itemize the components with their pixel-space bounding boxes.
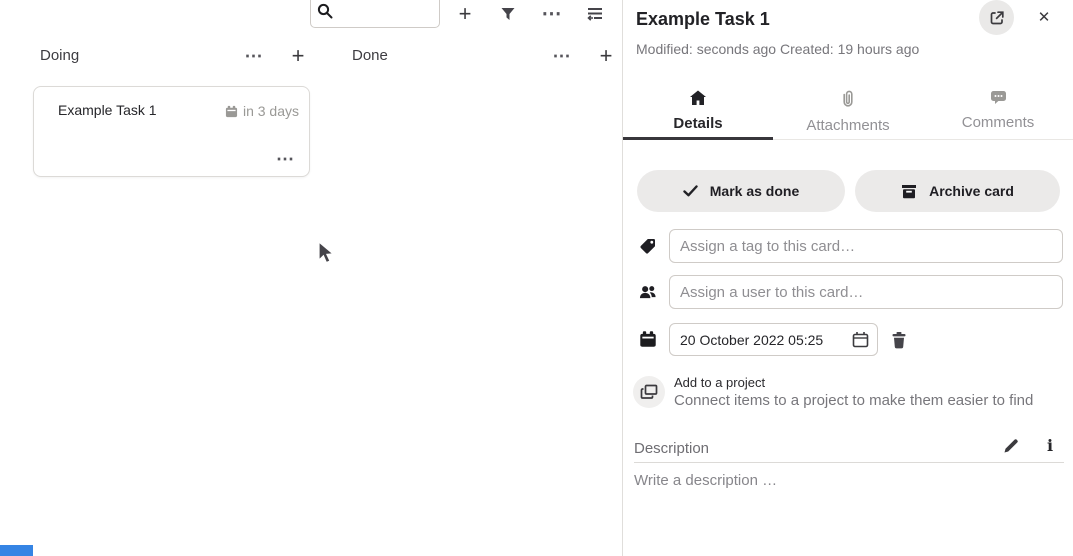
list-arrow-icon [586, 6, 604, 22]
add-card-button[interactable]: + [451, 0, 479, 28]
info-icon: i [1047, 436, 1053, 455]
pencil-icon [1003, 438, 1019, 454]
tab-attachments[interactable]: Attachments [773, 84, 923, 140]
trash-icon [891, 331, 907, 349]
remove-due-date-button[interactable] [887, 328, 911, 352]
comment-icon [990, 90, 1007, 105]
open-datepicker-button[interactable] [852, 331, 869, 348]
column-doing-add-button[interactable]: + [284, 42, 312, 70]
edit-description-button[interactable] [1000, 435, 1022, 457]
users-icon [639, 283, 657, 301]
tab-details[interactable]: Details [623, 84, 773, 140]
tag-icon [639, 237, 657, 255]
card-details-panel: Example Task 1 Modified: seconds ago Cre… [623, 0, 1073, 556]
card-due-badge: in 3 days [225, 103, 299, 119]
panel-title: Example Task 1 [636, 9, 770, 30]
panel-meta: Modified: seconds ago Created: 19 hours … [636, 41, 919, 57]
ellipsis-icon: ⋯ [542, 4, 563, 24]
project-title: Add to a project [674, 375, 765, 390]
check-icon [683, 185, 698, 197]
project-subtitle: Connect items to a project to make them … [674, 392, 1033, 409]
filter-button[interactable] [494, 0, 522, 28]
plus-icon: + [600, 45, 613, 67]
column-doing-menu-button[interactable]: ⋯ [240, 42, 268, 70]
ellipsis-icon: ⋯ [553, 47, 572, 65]
toggle-panel-button[interactable] [581, 0, 609, 28]
kanban-board: + ⋯ Doing ⋯ + Done ⋯ + Example Task 1 [0, 0, 622, 556]
calendar-icon [639, 330, 657, 348]
description-placeholder[interactable]: Write a description … [634, 472, 777, 489]
description-label: Description [634, 440, 709, 457]
column-title-done: Done [352, 47, 388, 64]
corner-accent [0, 545, 33, 556]
plus-icon: + [292, 45, 305, 67]
project-windows-icon [640, 384, 658, 400]
paperclip-icon [842, 90, 854, 108]
active-tab-indicator [623, 137, 773, 140]
due-date-field[interactable]: 20 October 2022 05:25 [669, 323, 878, 356]
task-card[interactable]: Example Task 1 in 3 days ⋯ [33, 86, 310, 177]
search-icon [317, 3, 333, 19]
filter-funnel-icon [500, 6, 516, 22]
ellipsis-icon: ⋯ [245, 47, 264, 65]
archive-card-button[interactable]: Archive card [855, 170, 1060, 212]
description-divider [634, 462, 1064, 463]
close-icon: ✕ [1038, 8, 1051, 26]
assign-tag-input[interactable] [669, 229, 1063, 263]
add-to-project-button[interactable] [633, 376, 665, 408]
due-date-value: 20 October 2022 05:25 [670, 332, 852, 348]
board-menu-button[interactable]: ⋯ [538, 0, 566, 28]
close-panel-button[interactable]: ✕ [1031, 4, 1057, 30]
plus-icon: + [459, 3, 472, 25]
column-done-add-button[interactable]: + [592, 42, 620, 70]
mark-as-done-button[interactable]: Mark as done [637, 170, 845, 212]
home-icon [689, 90, 707, 106]
panel-tabs: Details Attachments Comments [623, 84, 1073, 140]
card-menu-button[interactable]: ⋯ [276, 150, 295, 168]
ellipsis-icon: ⋯ [276, 149, 295, 169]
mouse-cursor [317, 241, 335, 265]
card-title: Example Task 1 [58, 102, 157, 118]
calendar-outline-icon [852, 331, 869, 348]
open-in-window-button[interactable] [979, 0, 1014, 35]
calendar-icon [225, 105, 238, 118]
description-info-button[interactable]: i [1039, 434, 1061, 456]
column-done-menu-button[interactable]: ⋯ [548, 42, 576, 70]
card-due-text: in 3 days [243, 103, 299, 119]
assign-user-input[interactable] [669, 275, 1063, 309]
tab-comments[interactable]: Comments [923, 84, 1073, 140]
export-icon [989, 10, 1005, 26]
column-title-doing: Doing [40, 47, 79, 64]
archive-icon [901, 184, 917, 199]
